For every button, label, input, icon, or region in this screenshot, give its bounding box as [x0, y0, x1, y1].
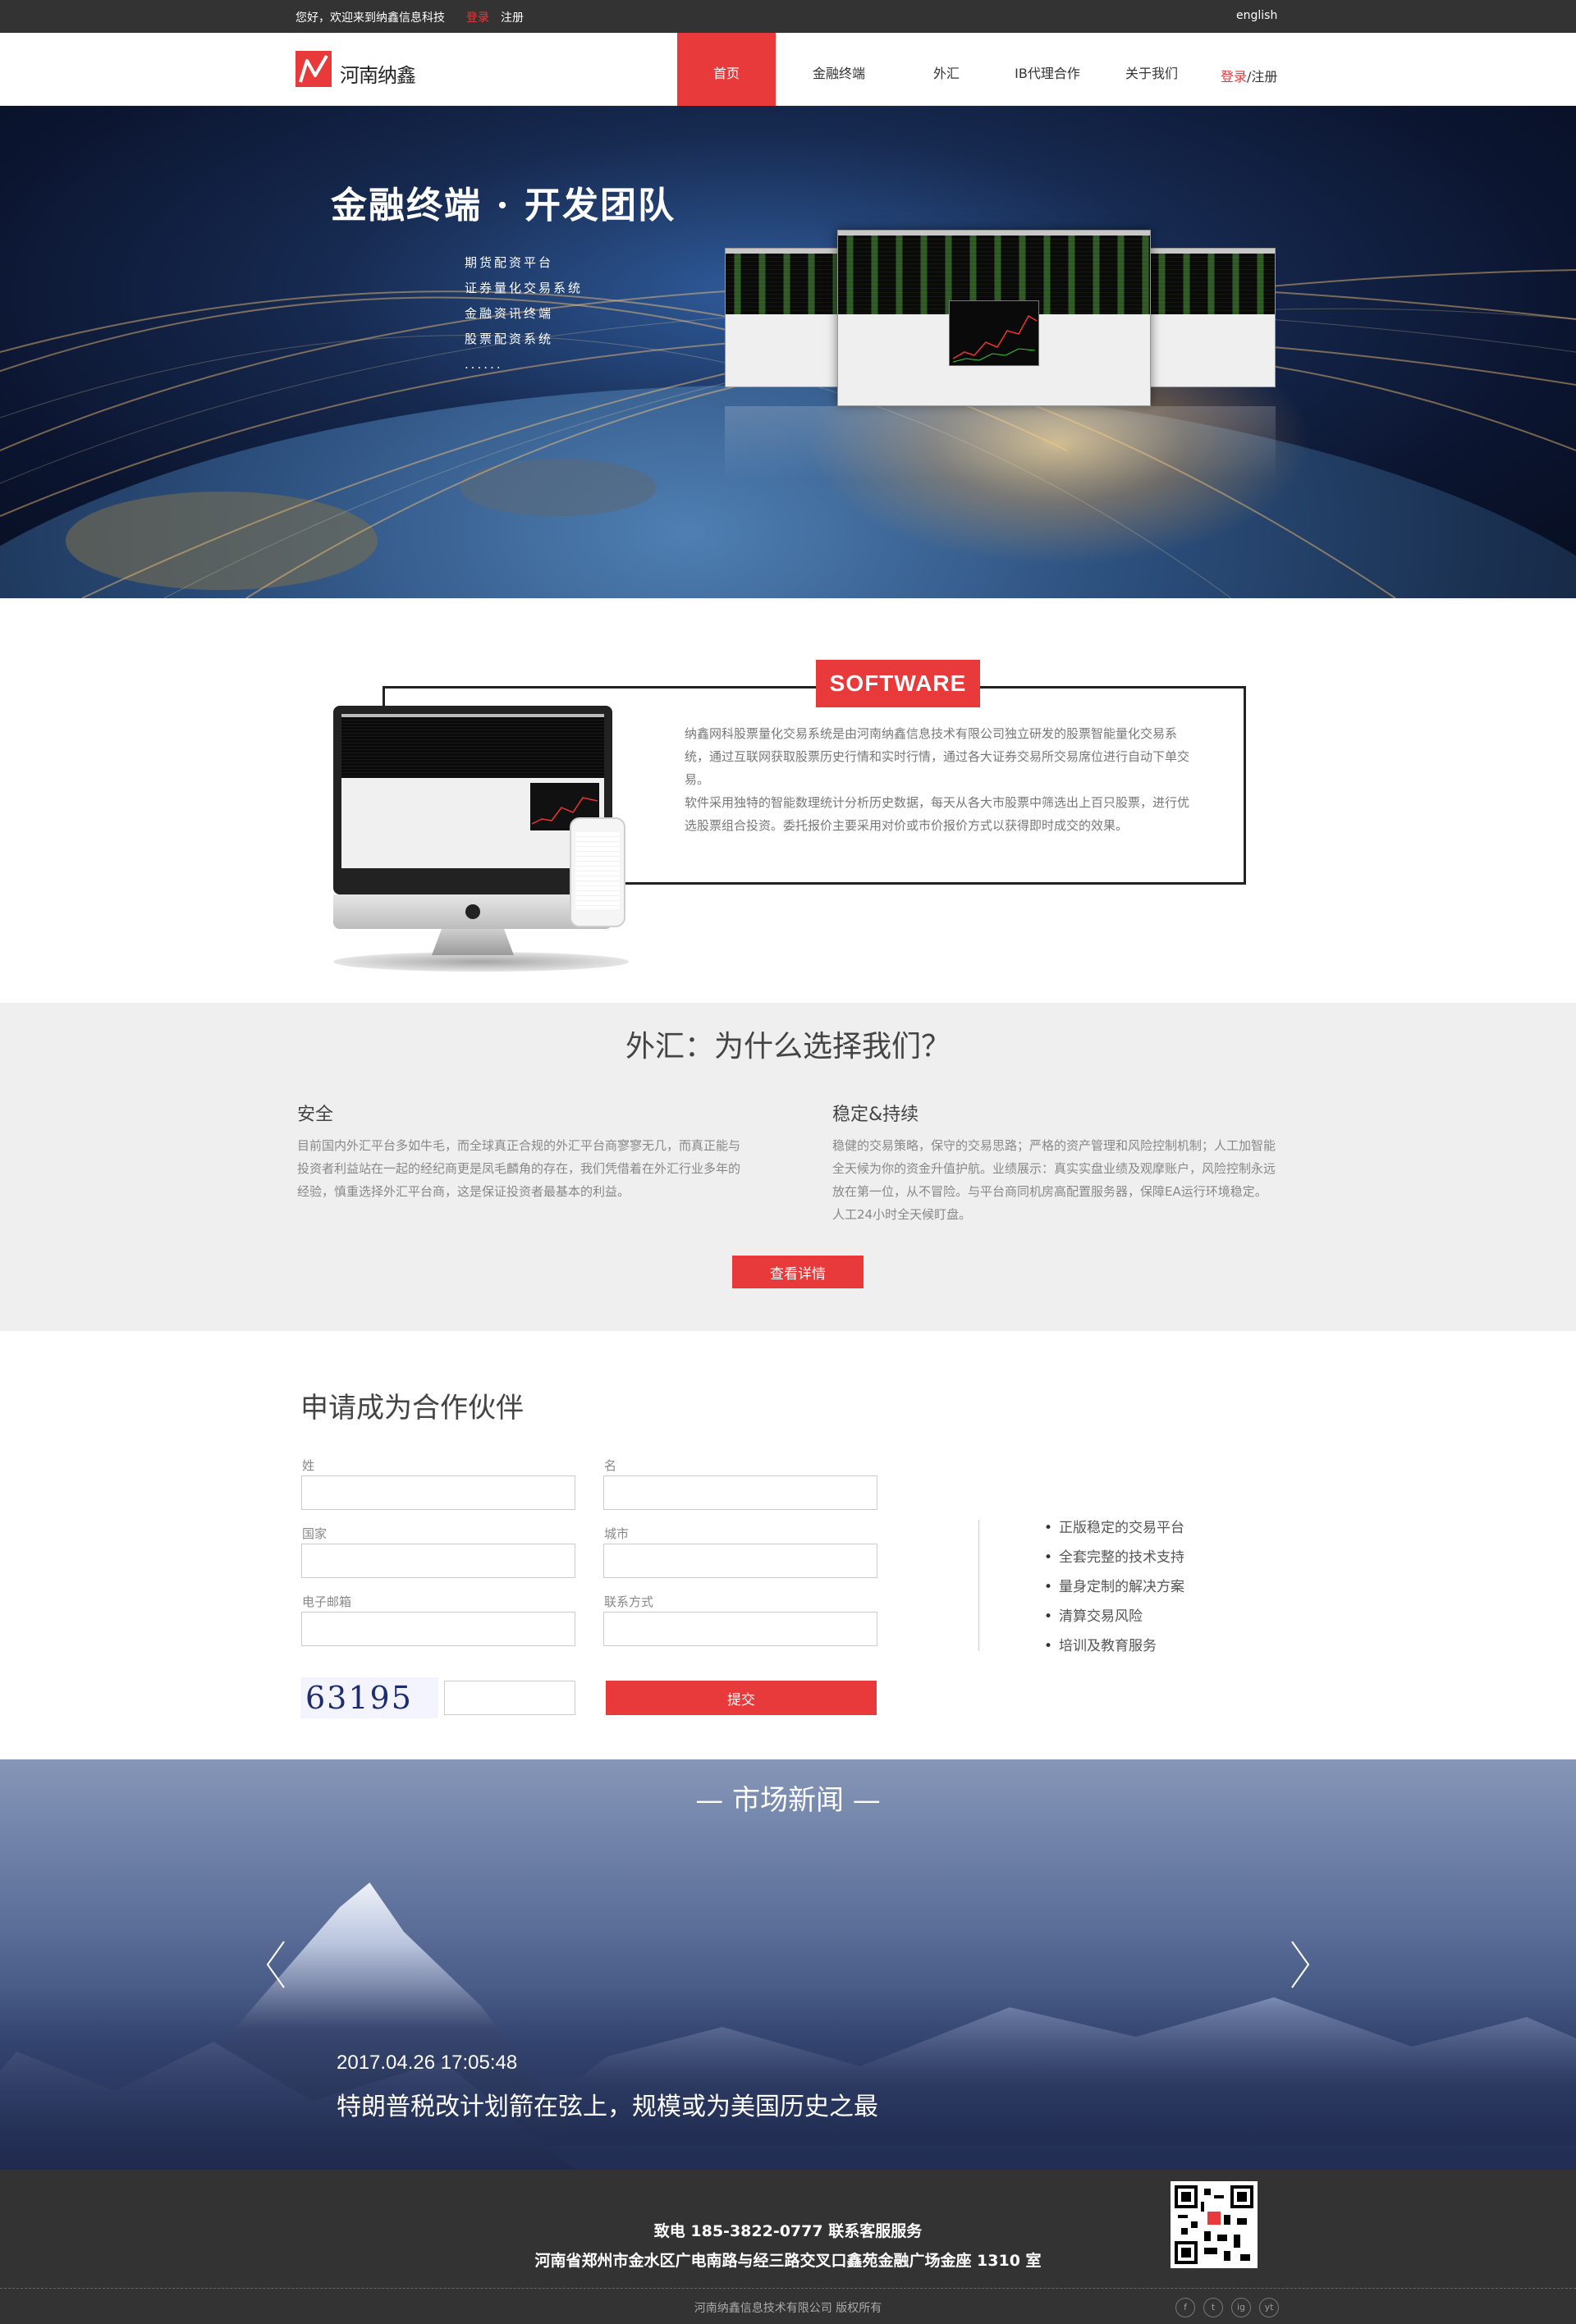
header-login-link[interactable]: 登录 [1221, 69, 1247, 85]
hero-banner: 金融终端 · 开发团队 期货配资平台 证券量化交易系统 金融资讯终端 股票配资系… [0, 106, 1576, 598]
city-input[interactable] [603, 1544, 877, 1578]
slider-next-icon[interactable] [1287, 1940, 1312, 1989]
screenshot-reflection [725, 406, 1276, 480]
market-news-title: — 市场新闻 — [695, 1784, 881, 1817]
terminal-screenshot-main [837, 230, 1151, 406]
software-paragraph-1: 纳鑫网科股票量化交易系统是由河南纳鑫信息技术有限公司独立研发的股票智能量化交易系… [685, 726, 1190, 787]
nav-forex[interactable]: 外汇 [919, 33, 974, 113]
email-label: 电子邮箱 [302, 1594, 352, 1609]
news-date: 2017.04.26 17:05:48 [337, 2052, 518, 2074]
nav-ib-partnership[interactable]: IB代理合作 [1006, 33, 1088, 113]
logo-mark-icon [296, 51, 332, 87]
top-login-link[interactable]: 登录 [466, 9, 489, 25]
phone-illustration [570, 817, 625, 927]
language-switch-link[interactable]: english [1236, 9, 1277, 22]
hero-list-item: 证券量化交易系统 [465, 281, 584, 295]
surname-input[interactable] [301, 1475, 575, 1510]
copyright-text: 河南纳鑫信息技术有限公司 版权所有 [694, 2302, 882, 2315]
header-auth-links: 登录/注册 [1221, 66, 1277, 85]
view-details-button[interactable]: 查看详情 [732, 1256, 864, 1288]
slider-prev-icon[interactable] [264, 1940, 289, 1989]
partner-form-title: 申请成为合作伙伴 [300, 1392, 524, 1425]
benefit-item: 培训及教育服务 [1044, 1631, 1184, 1661]
twitter-icon[interactable]: t [1203, 2298, 1223, 2317]
top-bar: 您好，欢迎来到纳鑫信息科技 登录 注册 english [0, 0, 1576, 33]
imac-stand [432, 929, 514, 955]
stability-heading: 稳定&持续 [832, 1105, 919, 1125]
site-header: 河南纳鑫 首页 金融终端 外汇 IB代理合作 关于我们 登录/注册 [0, 33, 1576, 113]
chart-popup [949, 300, 1039, 366]
software-description: 纳鑫网科股票量化交易系统是由河南纳鑫信息技术有限公司独立研发的股票智能量化交易系… [685, 722, 1198, 837]
imac-screen [341, 714, 604, 868]
hero-list-item: 股票配资系统 [465, 332, 554, 346]
country-input[interactable] [301, 1544, 575, 1578]
footer-phone: 致电 185-3822-0777 联系客服服务 [653, 2222, 923, 2240]
footer-address: 河南省郑州市金水区广电南路与经三路交叉口鑫苑金融广场金座 1310 室 [534, 2252, 1042, 2270]
captcha-input[interactable] [444, 1681, 575, 1715]
footer-divider [0, 2288, 1576, 2289]
terminal-screenshot-right [1149, 248, 1276, 387]
surname-label: 姓 [302, 1458, 315, 1473]
facebook-icon[interactable]: f [1175, 2298, 1195, 2317]
software-tag: SOFTWARE [816, 660, 980, 707]
youtube-icon[interactable]: yt [1259, 2298, 1279, 2317]
welcome-text: 您好，欢迎来到纳鑫信息科技 [296, 11, 445, 25]
email-input[interactable] [301, 1612, 575, 1646]
benefit-item: 清算交易风险 [1044, 1602, 1184, 1631]
safety-heading: 安全 [297, 1105, 334, 1125]
why-section-title: 外汇：为什么选择我们？ [625, 1030, 951, 1064]
nav-financial-terminal[interactable]: 金融终端 [798, 33, 880, 113]
safety-text: 目前国内外汇平台多如牛毛，而全球真正合规的外汇平台商寥寥无几，而真正能与投资者利… [297, 1138, 741, 1199]
logo-text: 河南纳鑫 [340, 64, 416, 87]
contact-label: 联系方式 [604, 1594, 654, 1609]
hero-title: 金融终端 · 开发团队 [331, 185, 676, 226]
hero-product-list: 期货配资平台 证券量化交易系统 金融资讯终端 股票配资系统 ...... [465, 250, 583, 377]
city-label: 城市 [604, 1526, 630, 1541]
news-headline[interactable]: 特朗普税改计划箭在弦上，规模或为美国历史之最 [337, 2086, 878, 2122]
submit-button[interactable]: 提交 [606, 1681, 877, 1715]
name-input[interactable] [603, 1475, 877, 1510]
country-label: 国家 [302, 1526, 328, 1541]
contact-input[interactable] [603, 1612, 877, 1646]
captcha-image[interactable]: 63195 [300, 1677, 438, 1718]
form-divider [978, 1520, 979, 1651]
benefits-list: 正版稳定的交易平台 全套完整的技术支持 量身定制的解决方案 清算交易风险 培训及… [1044, 1513, 1184, 1661]
hero-list-item: 金融资讯终端 [465, 306, 554, 321]
header-register-link[interactable]: 注册 [1251, 69, 1277, 85]
top-register-link[interactable]: 注册 [501, 9, 524, 25]
hero-list-item: 期货配资平台 [465, 255, 554, 270]
stability-text: 稳健的交易策略，保守的交易思路；严格的资产管理和风险控制机制；人工加智能全天候为… [832, 1138, 1276, 1222]
terminal-screenshot-left [725, 248, 840, 387]
qr-code-icon [1171, 2181, 1258, 2268]
nav-home[interactable]: 首页 [677, 33, 776, 113]
software-paragraph-2: 软件采用独特的智能数理统计分析历史数据，每天从各大市股票中筛选出上百只股票，进行… [685, 795, 1190, 833]
benefit-item: 全套完整的技术支持 [1044, 1543, 1184, 1572]
instagram-icon[interactable]: ig [1231, 2298, 1251, 2317]
hero-list-item: ...... [465, 357, 503, 372]
benefit-item: 正版稳定的交易平台 [1044, 1513, 1184, 1543]
nav-about-us[interactable]: 关于我们 [1115, 33, 1189, 113]
benefit-item: 量身定制的解决方案 [1044, 1572, 1184, 1602]
apple-logo-icon [465, 904, 480, 919]
name-label: 名 [604, 1458, 617, 1473]
